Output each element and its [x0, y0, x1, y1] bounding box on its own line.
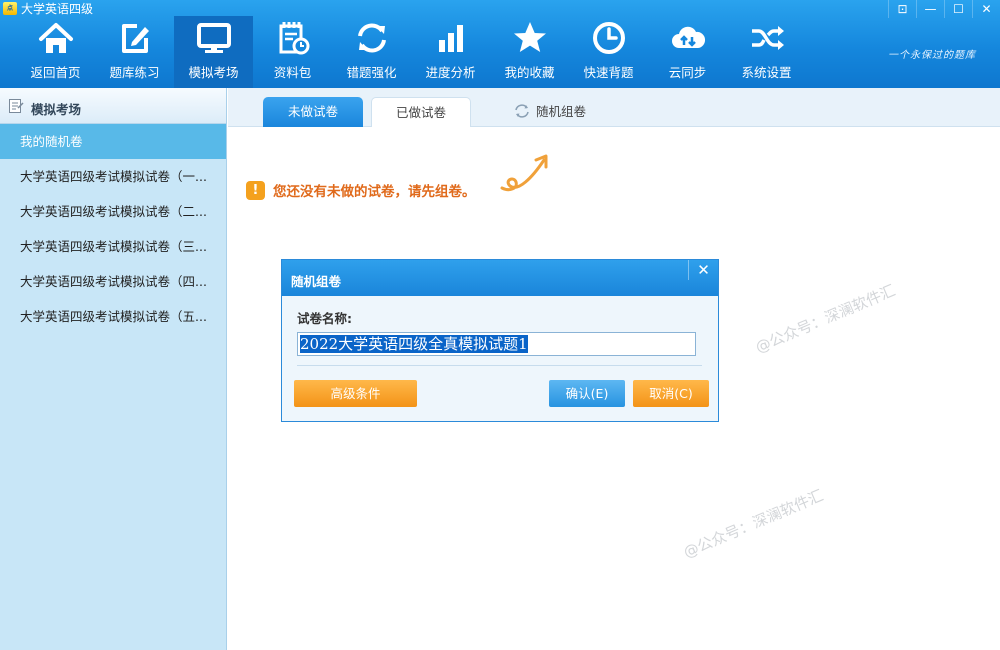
arrow-doodle-icon	[500, 154, 548, 192]
nav-label: 系统设置	[741, 65, 792, 80]
sidebar-item-my-random-paper[interactable]: 我的随机卷	[0, 124, 226, 159]
watermark: @公众号：深澜软件汇	[680, 486, 826, 562]
refresh-icon	[515, 103, 529, 118]
monitor-icon	[194, 18, 234, 58]
nav-cloud-sync[interactable]: 云同步	[648, 16, 727, 88]
top-header: 点 大学英语四级 ⊡ — ☐ ✕ 一个永保过的题库 返回首页 题库练习 模拟考场…	[0, 0, 1000, 88]
dialog-close-icon[interactable]: ✕	[688, 260, 718, 280]
dialog-title: 随机组卷	[291, 274, 342, 289]
cancel-button[interactable]: 取消(C)	[633, 380, 709, 407]
nav-practice[interactable]: 题库练习	[95, 16, 174, 88]
watermark: @公众号：深澜软件汇	[752, 281, 898, 357]
random-paper-button[interactable]: 随机组卷	[513, 101, 586, 120]
refresh-icon	[352, 18, 392, 58]
maximize-button[interactable]: ☐	[944, 0, 972, 18]
warning-icon: !	[246, 180, 265, 200]
nav-favorites[interactable]: 我的收藏	[490, 16, 569, 88]
app-logo-icon: 点	[3, 2, 17, 15]
nav-label: 资料包	[273, 65, 312, 80]
sidebar: 模拟考场 我的随机卷 大学英语四级考试模拟试卷（一... 大学英语四级考试模拟试…	[0, 88, 227, 650]
sidebar-item-mock-paper-3[interactable]: 大学英语四级考试模拟试卷（三...	[0, 229, 226, 264]
app-window: 点 大学英语四级 ⊡ — ☐ ✕ 一个永保过的题库 返回首页 题库练习 模拟考场…	[0, 0, 1000, 650]
home-icon	[36, 18, 76, 58]
cloud-sync-icon	[668, 18, 708, 58]
random-paper-dialog: 随机组卷 ✕ 试卷名称: 2022大学英语四级全真模拟试题1 高级条件 确认(E…	[281, 259, 719, 422]
edit-icon	[115, 18, 155, 58]
notice-message: 您还没有未做的试卷，请先组卷。	[273, 184, 476, 200]
sidebar-title: 模拟考场	[31, 102, 82, 117]
close-button[interactable]: ✕	[972, 0, 1000, 18]
nav-label: 云同步	[668, 65, 707, 80]
nav-settings[interactable]: 系统设置	[727, 16, 806, 88]
nav-label: 快速背题	[583, 65, 634, 80]
random-paper-label: 随机组卷	[536, 104, 587, 119]
sidebar-item-mock-paper-2[interactable]: 大学英语四级考试模拟试卷（二...	[0, 194, 226, 229]
paper-name-value: 2022大学英语四级全真模拟试题1	[300, 335, 528, 353]
paper-name-input[interactable]: 2022大学英语四级全真模拟试题1	[297, 332, 696, 356]
shuffle-icon	[747, 18, 787, 58]
window-controls: ⊡ — ☐ ✕	[888, 0, 1000, 18]
nav-progress[interactable]: 进度分析	[411, 16, 490, 88]
nav-home[interactable]: 返回首页	[16, 16, 95, 88]
confirm-button[interactable]: 确认(E)	[549, 380, 625, 407]
empty-notice: ! 您还没有未做的试卷，请先组卷。	[246, 180, 476, 200]
tab-done-papers[interactable]: 已做试卷	[371, 97, 471, 127]
nav-label: 错题强化	[346, 65, 397, 80]
nav-materials[interactable]: 资料包	[253, 16, 332, 88]
sidebar-item-mock-paper-5[interactable]: 大学英语四级考试模拟试卷（五...	[0, 299, 226, 334]
app-title: 大学英语四级	[21, 2, 94, 16]
tab-undone-papers[interactable]: 未做试卷	[263, 97, 363, 127]
restore-button[interactable]: ⊡	[888, 0, 916, 18]
advanced-conditions-button[interactable]: 高级条件	[294, 380, 417, 407]
nav-label: 进度分析	[425, 65, 476, 80]
notepad-clock-icon	[273, 18, 313, 58]
slogan: 一个永保过的题库	[888, 50, 976, 61]
bar-chart-icon	[431, 18, 471, 58]
nav-wrong-questions[interactable]: 错题强化	[332, 16, 411, 88]
nav-label: 题库练习	[109, 65, 160, 80]
nav-label: 模拟考场	[188, 65, 239, 80]
minimize-button[interactable]: —	[916, 0, 944, 18]
document-icon	[8, 98, 24, 114]
nav-label: 返回首页	[30, 65, 81, 80]
star-icon	[510, 18, 550, 58]
dialog-divider	[297, 365, 702, 366]
paper-name-label: 试卷名称:	[297, 311, 352, 326]
sidebar-item-mock-paper-1[interactable]: 大学英语四级考试模拟试卷（一...	[0, 159, 226, 194]
nav-quick-review[interactable]: 快速背题	[569, 16, 648, 88]
nav-label: 我的收藏	[504, 65, 555, 80]
tab-bar: 未做试卷 已做试卷 随机组卷	[228, 88, 1000, 127]
sidebar-header: 模拟考场	[0, 88, 226, 124]
nav-mock-exam[interactable]: 模拟考场	[174, 16, 253, 88]
clock-icon	[589, 18, 629, 58]
dialog-title-bar: 随机组卷 ✕	[282, 260, 718, 296]
sidebar-item-mock-paper-4[interactable]: 大学英语四级考试模拟试卷（四...	[0, 264, 226, 299]
main-nav: 返回首页 题库练习 模拟考场 资料包 错题强化 进度分析 我的收藏 快速背题 云…	[16, 16, 806, 88]
